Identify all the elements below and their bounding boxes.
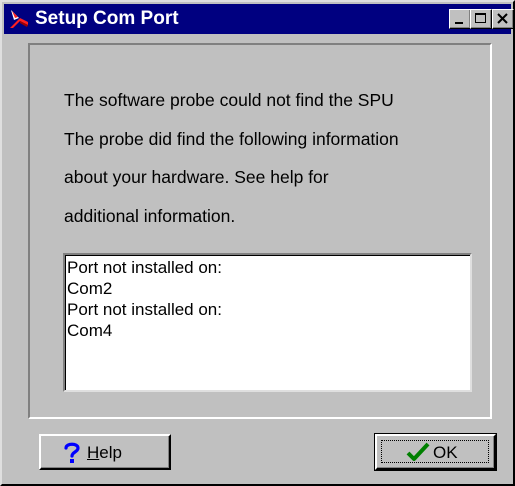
question-icon: [63, 442, 81, 469]
title-bar[interactable]: Setup Com Port: [4, 4, 514, 34]
setup-com-port-dialog: Setup Com Port The software probe could …: [0, 0, 515, 486]
ok-button[interactable]: OK: [374, 433, 497, 471]
hardware-info-list[interactable]: Port not installed on: Com2 Port not ins…: [63, 253, 472, 392]
checkmark-icon: [406, 442, 430, 467]
maximize-button[interactable]: [470, 9, 492, 29]
help-button-label: Help: [87, 443, 122, 463]
close-icon: [497, 13, 508, 24]
help-label-rest: elp: [99, 443, 122, 462]
ok-button-label: OK: [433, 443, 458, 462]
help-button[interactable]: Help: [39, 434, 171, 470]
minimize-button[interactable]: [449, 9, 471, 29]
help-mnemonic: H: [87, 443, 100, 462]
window-title: Setup Com Port: [35, 8, 179, 29]
list-item[interactable]: Port not installed on:: [67, 299, 470, 320]
minimize-icon: [455, 22, 463, 24]
list-item[interactable]: Port not installed on:: [67, 257, 470, 278]
list-item[interactable]: Com4: [67, 320, 470, 341]
maximize-icon: [475, 13, 486, 23]
message-line-3: about your hardware. See help for: [64, 167, 329, 187]
close-button[interactable]: [492, 9, 514, 29]
list-item[interactable]: Com2: [67, 278, 470, 299]
message-line-1: The software probe could not find the SP…: [64, 90, 394, 110]
setup-app-icon[interactable]: [8, 8, 30, 30]
message-line-2: The probe did find the following informa…: [64, 129, 399, 149]
message-line-4: additional information.: [64, 206, 236, 226]
